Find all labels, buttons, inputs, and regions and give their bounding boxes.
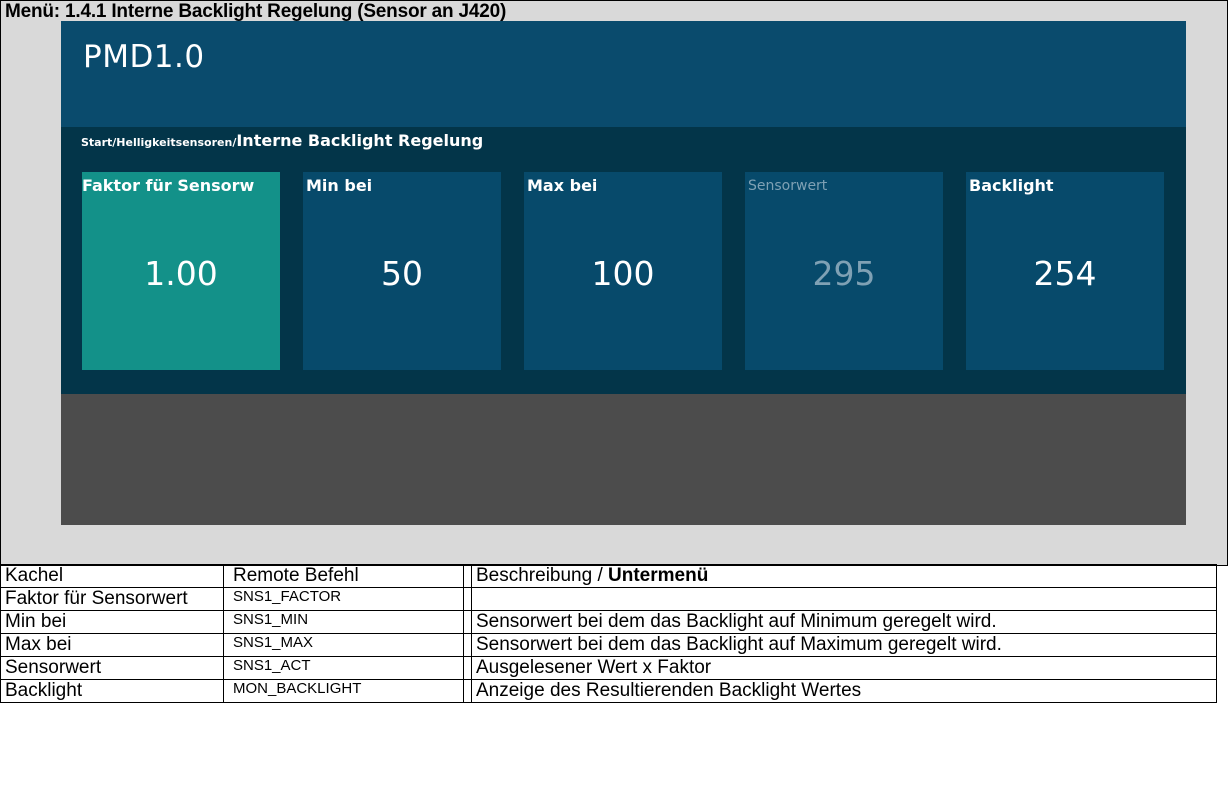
- column-separator: [463, 564, 472, 588]
- tile-sensorwert: Sensorwert 295: [745, 172, 943, 370]
- column-separator: [463, 633, 472, 657]
- tile-value: 50: [381, 254, 423, 293]
- tile-label: Sensorwert: [748, 178, 828, 194]
- tile-faktor[interactable]: Faktor für Sensorw 1.00: [82, 172, 280, 370]
- cell-remote: MON_BACKLIGHT: [223, 679, 464, 703]
- cell-kachel: Backlight: [0, 679, 224, 703]
- column-separator: [463, 679, 472, 703]
- table-row: Faktor für Sensorwert SNS1_FACTOR: [0, 587, 1217, 611]
- column-separator: [463, 610, 472, 634]
- header-beschreibung-text: Beschreibung /: [476, 565, 609, 586]
- tile-max-bei[interactable]: Max bei 100: [524, 172, 722, 370]
- command-table: Kachel Remote Befehl Beschreibung / Unte…: [0, 564, 1217, 703]
- breadcrumb-path[interactable]: Start/Helligkeitsensoren/: [81, 136, 236, 149]
- cell-beschreibung: Sensorwert bei dem das Backlight auf Max…: [471, 633, 1217, 657]
- menu-frame: Menü: 1.4.1 Interne Backlight Regelung (…: [0, 0, 1228, 566]
- cell-kachel: Min bei: [0, 610, 224, 634]
- header-untermenu: Untermenü: [608, 565, 709, 586]
- tile-label: Backlight: [969, 176, 1054, 195]
- header-kachel: Kachel: [0, 564, 224, 588]
- cell-remote: SNS1_ACT: [223, 656, 464, 680]
- table-row: Sensorwert SNS1_ACT Ausgelesener Wert x …: [0, 656, 1217, 680]
- cell-remote: SNS1_MIN: [223, 610, 464, 634]
- cell-beschreibung: Anzeige des Resultierenden Backlight Wer…: [471, 679, 1217, 703]
- tile-value: 254: [1033, 254, 1097, 293]
- device-screen: PMD1.0 Start/Helligkeitsensoren/Interne …: [61, 21, 1186, 525]
- cell-beschreibung: Sensorwert bei dem das Backlight auf Min…: [471, 610, 1217, 634]
- menu-heading: Menü: 1.4.1 Interne Backlight Regelung (…: [5, 1, 507, 22]
- breadcrumb-current: Interne Backlight Regelung: [236, 131, 484, 150]
- cell-kachel: Faktor für Sensorwert: [0, 587, 224, 611]
- cell-kachel: Sensorwert: [0, 656, 224, 680]
- tile-backlight[interactable]: Backlight 254: [966, 172, 1164, 370]
- tile-label: Min bei: [306, 176, 373, 195]
- table-row: Backlight MON_BACKLIGHT Anzeige des Resu…: [0, 679, 1217, 703]
- cell-remote: SNS1_MAX: [223, 633, 464, 657]
- cell-beschreibung: [471, 587, 1217, 611]
- cell-kachel: Max bei: [0, 633, 224, 657]
- app-title: PMD1.0: [83, 39, 205, 75]
- tile-value: 100: [591, 254, 655, 293]
- app-header: PMD1.0: [61, 21, 1186, 127]
- column-separator: [463, 587, 472, 611]
- cell-remote: SNS1_FACTOR: [223, 587, 464, 611]
- table-row: Min bei SNS1_MIN Sensorwert bei dem das …: [0, 610, 1217, 634]
- tile-label: Max bei: [527, 176, 598, 195]
- cell-beschreibung: Ausgelesener Wert x Faktor: [471, 656, 1217, 680]
- tile-value: 295: [812, 254, 876, 293]
- table-header-row: Kachel Remote Befehl Beschreibung / Unte…: [0, 564, 1217, 588]
- header-remote-befehl: Remote Befehl: [223, 564, 464, 588]
- tile-value: 1.00: [144, 254, 218, 293]
- header-beschreibung: Beschreibung / Untermenü: [471, 564, 1217, 588]
- column-separator: [463, 656, 472, 680]
- table-row: Max bei SNS1_MAX Sensorwert bei dem das …: [0, 633, 1217, 657]
- breadcrumb: Start/Helligkeitsensoren/Interne Backlig…: [81, 131, 483, 150]
- tile-label: Faktor für Sensorw: [82, 176, 255, 195]
- tile-min-bei[interactable]: Min bei 50: [303, 172, 501, 370]
